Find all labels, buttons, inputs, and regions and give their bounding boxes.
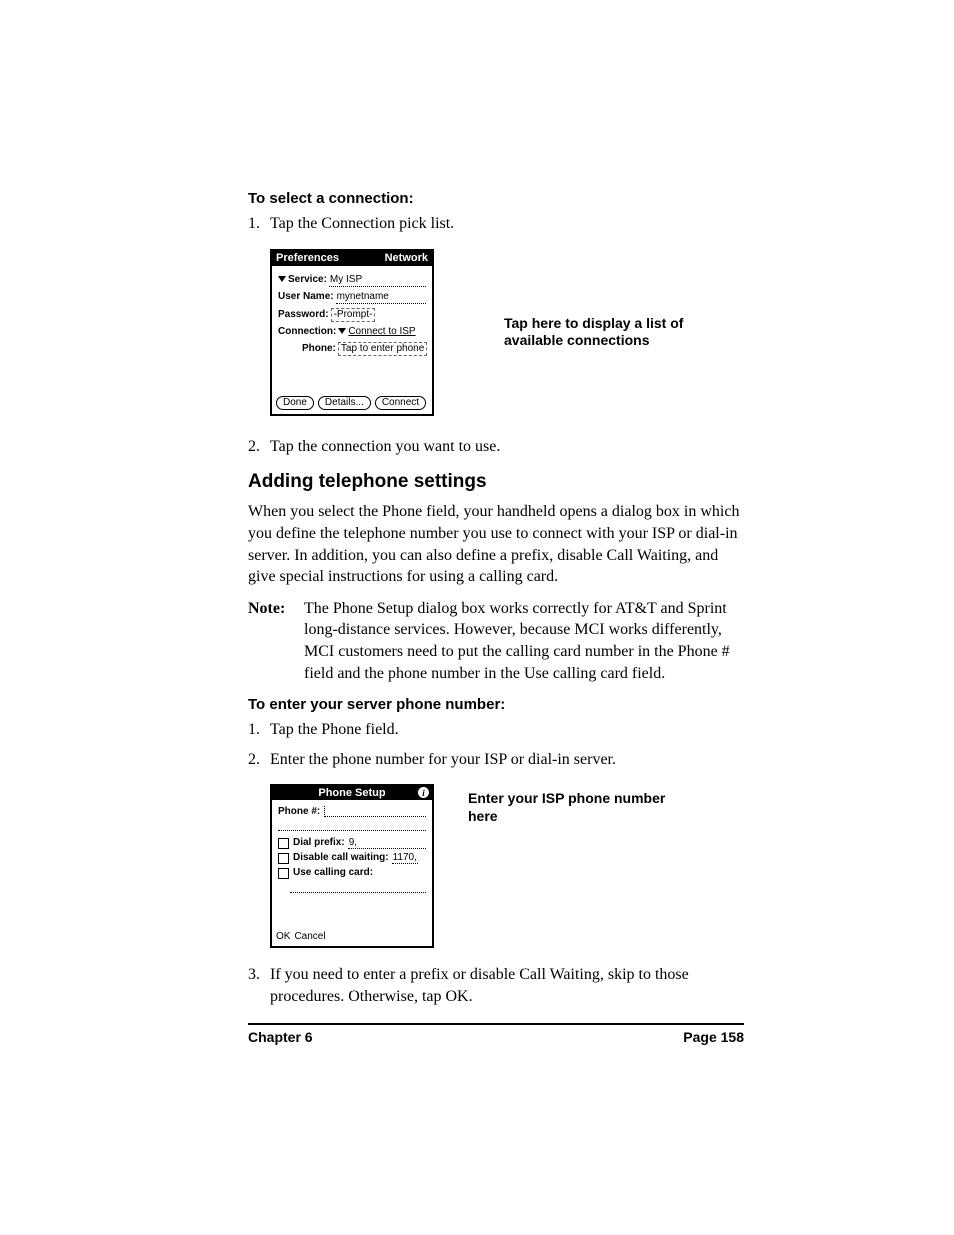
connection-value[interactable]: Connect to ISP [348, 326, 415, 338]
note-label: Note: [248, 598, 304, 684]
list-text: Tap the Phone field. [270, 719, 744, 741]
list-text: Tap the Connection pick list. [270, 213, 744, 235]
info-icon[interactable]: i [418, 787, 429, 798]
procedure-list: 1.Tap the Connection pick list. [248, 213, 744, 235]
note-block: Note: The Phone Setup dialog box works c… [248, 598, 744, 684]
pda-titlebar: Preferences Network [272, 251, 432, 266]
list-text: Enter the phone number for your ISP or d… [270, 749, 744, 771]
username-label: User Name: [278, 291, 334, 303]
figure-preferences: Preferences Network Service: My ISP User… [270, 249, 744, 416]
use-calling-card-checkbox[interactable] [278, 868, 289, 879]
phone-number-field[interactable] [324, 806, 426, 817]
procedure-list-2-cont: 3.If you need to enter a prefix or disab… [248, 964, 744, 1007]
password-label: Password: [278, 309, 329, 321]
procedure-heading: To select a connection: [248, 190, 744, 207]
dropdown-arrow-icon[interactable] [278, 276, 286, 282]
phone-number-label: Phone #: [278, 806, 320, 817]
ok-button[interactable]: OK [276, 931, 290, 942]
procedure-list-cont: 2.Tap the connection you want to use. [248, 436, 744, 458]
footer-chapter: Chapter 6 [248, 1029, 313, 1045]
phone-value[interactable]: Tap to enter phone [338, 342, 427, 356]
pda-titlebar: Phone Setup i [272, 786, 432, 800]
phone-setup-title: Phone Setup [318, 787, 385, 799]
disable-call-waiting-value[interactable]: 1170, [392, 852, 418, 864]
disable-call-waiting-checkbox[interactable] [278, 853, 289, 864]
password-value[interactable]: -Prompt- [331, 308, 376, 322]
details-button[interactable]: Details... [318, 396, 371, 410]
figure-callout: Tap here to display a list of available … [504, 315, 704, 350]
pda-preferences-screen: Preferences Network Service: My ISP User… [270, 249, 434, 416]
list-number: 3. [248, 964, 270, 1007]
disable-call-waiting-label: Disable call waiting: [293, 852, 389, 863]
list-text: If you need to enter a prefix or disable… [270, 964, 744, 1007]
cancel-button[interactable]: Cancel [294, 931, 325, 942]
list-number: 1. [248, 719, 270, 741]
dial-prefix-checkbox[interactable] [278, 838, 289, 849]
pda-title-right: Network [385, 252, 428, 265]
service-label: Service: [288, 274, 327, 286]
dropdown-arrow-icon[interactable] [338, 328, 346, 334]
use-calling-card-label: Use calling card: [293, 867, 373, 878]
figure-callout: Enter your ISP phone number here [468, 790, 668, 825]
list-number: 1. [248, 213, 270, 235]
list-number: 2. [248, 749, 270, 771]
section-heading: Adding telephone settings [248, 471, 744, 493]
figure-phone-setup: Phone Setup i Phone #: Dial prefix: 9, D… [248, 784, 744, 948]
phone-label: Phone: [302, 343, 336, 355]
section-paragraph: When you select the Phone field, your ha… [248, 501, 744, 587]
list-text: Tap the connection you want to use. [270, 436, 744, 458]
page-footer: Chapter 6 Page 158 [248, 1023, 744, 1045]
done-button[interactable]: Done [276, 396, 314, 410]
calling-card-field[interactable] [290, 882, 426, 893]
connect-button[interactable]: Connect [375, 396, 426, 410]
procedure-list-2: 1.Tap the Phone field. 2.Enter the phone… [248, 719, 744, 770]
connection-label: Connection: [278, 326, 336, 338]
footer-page: Page 158 [683, 1029, 744, 1045]
list-number: 2. [248, 436, 270, 458]
pda-title-left: Preferences [276, 252, 339, 265]
note-text: The Phone Setup dialog box works correct… [304, 598, 744, 684]
dial-prefix-value[interactable]: 9, [348, 837, 426, 849]
pda-phone-setup-screen: Phone Setup i Phone #: Dial prefix: 9, D… [270, 784, 434, 948]
service-value[interactable]: My ISP [329, 274, 426, 287]
dial-prefix-label: Dial prefix: [293, 837, 345, 848]
procedure-heading: To enter your server phone number: [248, 696, 744, 713]
phone-number-field-line2[interactable] [278, 820, 426, 831]
username-value[interactable]: mynetname [336, 291, 426, 304]
